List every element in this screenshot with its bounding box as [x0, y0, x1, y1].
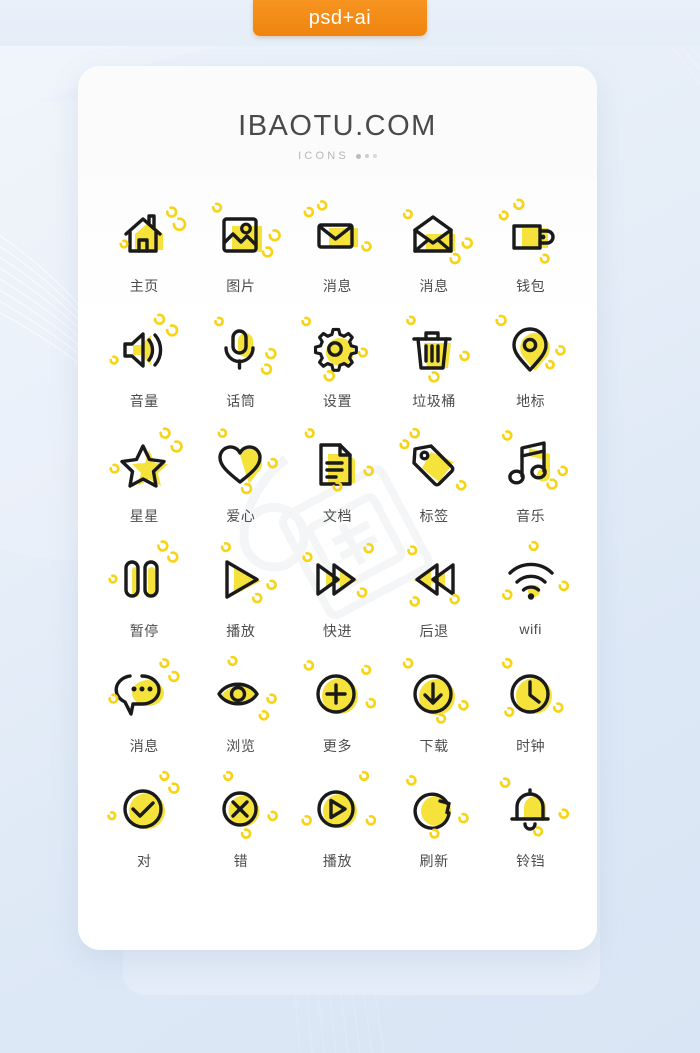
subtitle-dots-icon: [355, 153, 377, 159]
wifi-icon[interactable]: [501, 540, 569, 609]
icon-cell[interactable]: 音乐: [482, 430, 579, 533]
star-icon[interactable]: [109, 427, 184, 494]
icon-cell[interactable]: wifi: [482, 540, 579, 648]
image-icon[interactable]: [211, 202, 281, 264]
icon-cell[interactable]: 消息: [289, 200, 386, 303]
icon-cell[interactable]: 快进: [289, 542, 386, 648]
icon-label: 音乐: [516, 508, 546, 524]
icon-cell[interactable]: 爱心: [193, 428, 290, 533]
plus-circle-icon[interactable]: [304, 660, 377, 724]
page-title: IBAOTU.COM: [238, 110, 437, 142]
icon-label: 地标: [516, 393, 546, 409]
icon-cell[interactable]: 钱包: [482, 198, 579, 303]
card-subtitle: ICONS: [298, 150, 349, 162]
icon-cell[interactable]: 更多: [289, 660, 386, 763]
home-icon[interactable]: [115, 206, 187, 264]
volume-icon[interactable]: [109, 313, 179, 379]
icon-label: 话筒: [226, 393, 256, 409]
icon-cell[interactable]: 星星: [96, 427, 193, 533]
icon-cell[interactable]: 主页: [96, 206, 193, 303]
icon-label: 消息: [129, 738, 159, 754]
icon-label: 后退: [419, 623, 449, 639]
icon-label: 消息: [322, 278, 353, 294]
card-header: IBAOTU.COM ICONS: [78, 66, 597, 180]
pause-icon[interactable]: [108, 540, 179, 609]
icon-label: 暂停: [129, 623, 159, 639]
icon-cell[interactable]: 下载: [386, 657, 483, 763]
icon-label: 爱心: [226, 508, 256, 524]
icon-label: 图片: [226, 278, 256, 294]
document-icon[interactable]: [305, 428, 375, 494]
icon-cell[interactable]: 后退: [386, 545, 483, 648]
icon-cell[interactable]: 标签: [386, 427, 483, 533]
ribbon-label: psd+ai: [308, 6, 372, 29]
icon-label: 设置: [322, 393, 353, 409]
icon-cell[interactable]: 图片: [193, 202, 290, 303]
microphone-icon[interactable]: [212, 316, 277, 379]
icon-cell[interactable]: 垃圾桶: [386, 315, 483, 418]
fast-forward-icon[interactable]: [302, 542, 375, 609]
icon-cell[interactable]: 铃铛: [482, 777, 579, 878]
icon-grid: 主页 图片 消息 消息 钱包 音量 话筒 设置 垃圾桶 地标 星星 爱心 文档 …: [78, 180, 597, 878]
icon-label: 浏览: [226, 738, 256, 754]
play-circle-icon[interactable]: [301, 770, 377, 839]
icon-label: 刷新: [419, 853, 449, 869]
icon-cell[interactable]: 播放: [193, 542, 290, 648]
music-note-icon[interactable]: [501, 430, 568, 494]
icon-label: 播放: [322, 853, 353, 869]
icon-cell[interactable]: 错: [193, 770, 290, 878]
icon-label: 音量: [129, 393, 159, 409]
refresh-icon[interactable]: [405, 775, 469, 839]
icon-label: wifi: [519, 621, 542, 637]
icon-label: 星星: [129, 508, 159, 524]
icon-label: 钱包: [516, 278, 546, 294]
icon-label: 时钟: [516, 738, 546, 754]
icon-cell[interactable]: 刷新: [386, 775, 483, 878]
icon-label: 垃圾桶: [412, 393, 456, 409]
icon-cell[interactable]: 浏览: [193, 655, 290, 763]
icon-label: 错: [233, 853, 249, 869]
trash-icon[interactable]: [405, 315, 470, 383]
chat-bubble-icon[interactable]: [108, 658, 180, 724]
play-icon[interactable]: [212, 542, 277, 609]
card-subtitle-row: ICONS: [78, 150, 597, 162]
icon-preview-card: IBAOTU.COM ICONS 主页 图片 消息 消息 钱包 音量 话筒 设置…: [78, 66, 597, 950]
icon-cell[interactable]: 音量: [96, 313, 193, 418]
icon-cell[interactable]: 消息: [96, 658, 193, 763]
icon-label: 更多: [322, 738, 353, 754]
icon-cell[interactable]: 暂停: [96, 540, 193, 648]
icon-label: 对: [136, 853, 152, 869]
mail-closed-icon[interactable]: [304, 200, 373, 264]
icon-label: 下载: [419, 738, 449, 754]
icon-label: 标签: [419, 508, 449, 524]
icon-cell[interactable]: 话筒: [193, 316, 290, 418]
icon-label: 快进: [322, 623, 353, 639]
icon-cell[interactable]: 地标: [482, 314, 579, 418]
rewind-icon[interactable]: [405, 545, 463, 609]
check-circle-icon[interactable]: [107, 770, 180, 839]
gear-icon[interactable]: [301, 316, 369, 382]
heart-icon[interactable]: [212, 428, 278, 495]
icon-cell[interactable]: 设置: [289, 316, 386, 418]
location-pin-icon[interactable]: [495, 314, 566, 379]
icon-cell[interactable]: 消息: [386, 206, 483, 303]
icon-cell[interactable]: 播放: [289, 770, 386, 878]
icon-cell[interactable]: 文档: [289, 428, 386, 533]
close-circle-icon[interactable]: [212, 770, 278, 839]
wallet-icon[interactable]: [498, 198, 560, 264]
eye-icon[interactable]: [212, 655, 277, 724]
bell-icon[interactable]: [499, 777, 569, 839]
icon-label: 播放: [226, 623, 256, 639]
tag-icon[interactable]: [399, 427, 467, 494]
icon-label: 主页: [129, 278, 159, 294]
icon-cell[interactable]: 时钟: [482, 657, 579, 763]
clock-icon[interactable]: [501, 657, 564, 724]
icon-label: 消息: [419, 278, 449, 294]
download-circle-icon[interactable]: [402, 657, 469, 724]
icon-label: 文档: [322, 508, 353, 524]
mail-open-icon[interactable]: [402, 206, 474, 265]
psd-ai-ribbon: psd+ai: [253, 0, 427, 36]
icon-label: 铃铛: [516, 853, 546, 869]
icon-cell[interactable]: 对: [96, 770, 193, 878]
